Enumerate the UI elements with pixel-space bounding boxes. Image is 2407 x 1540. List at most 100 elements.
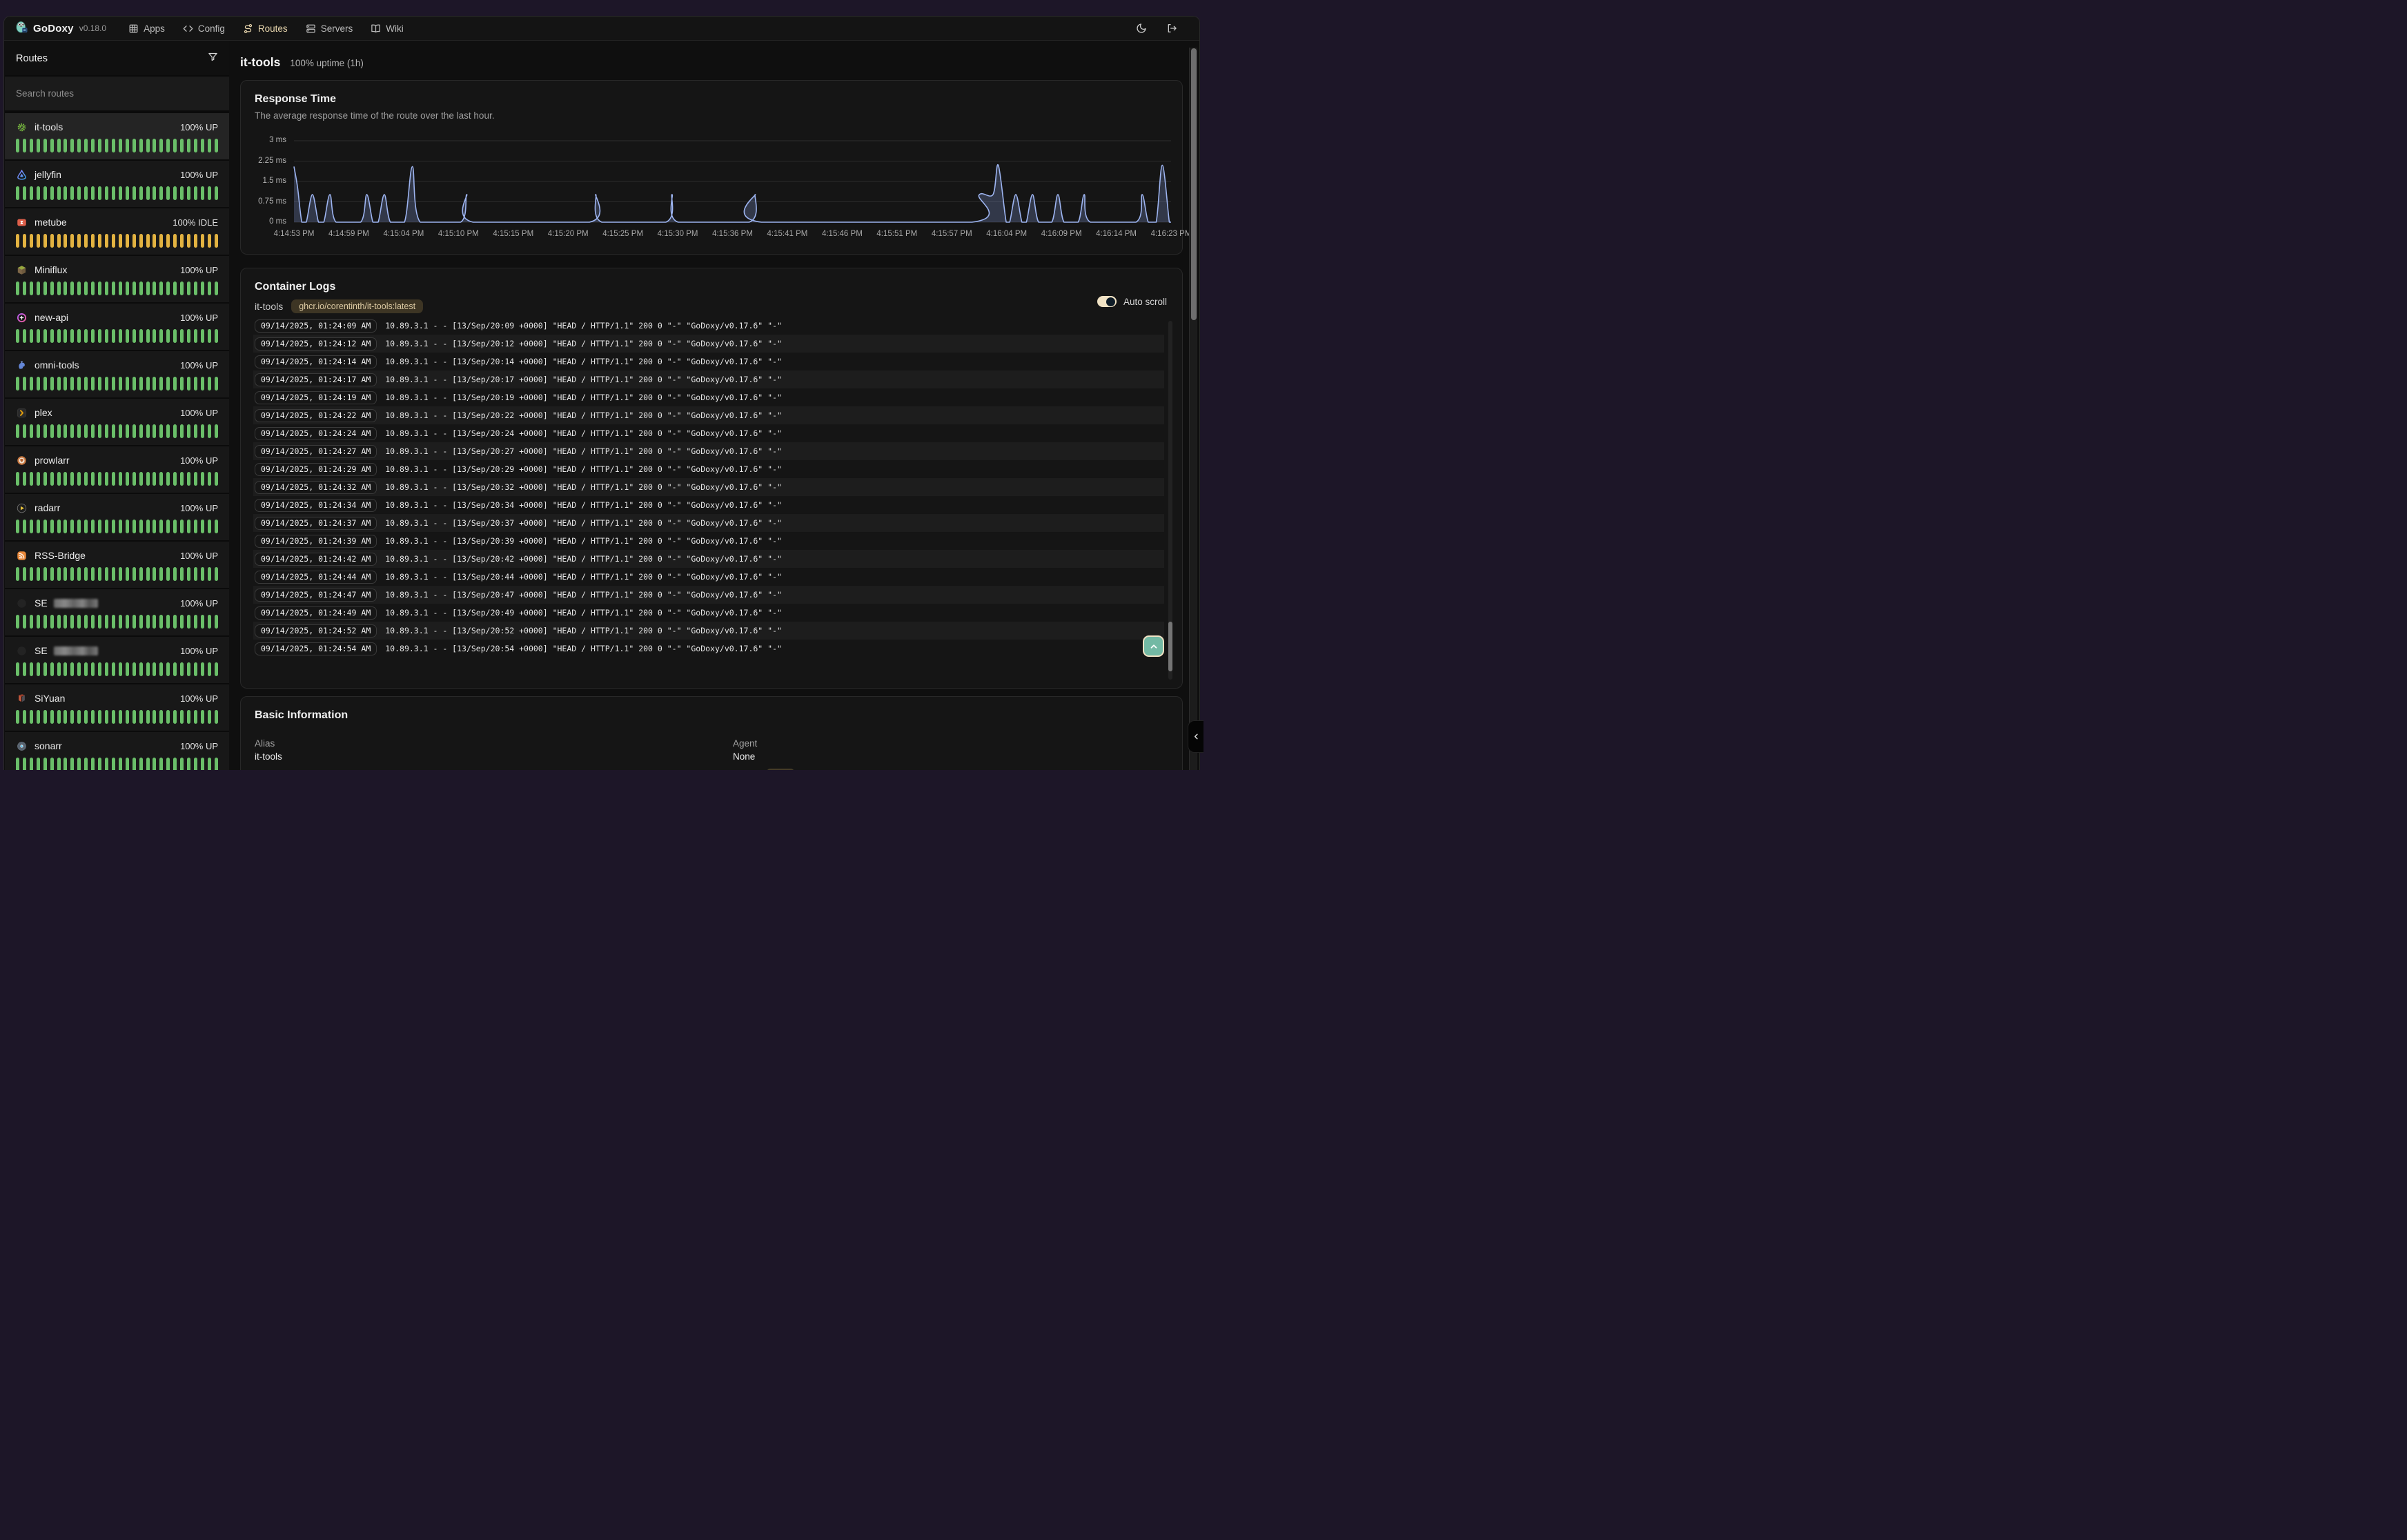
uptime-bars	[16, 377, 218, 391]
log-timestamp-badge: 09/14/2025, 01:24:39 AM	[255, 535, 377, 548]
app-frame: GoDoxy v0.18.0 Apps Config Routes Servers Wi…	[3, 16, 1200, 770]
x-axis-tick: 4:15:41 PM	[767, 230, 808, 238]
log-message: 10.89.3.1 - - [13/Sep/20:34 +0000] "HEAD…	[385, 500, 782, 510]
autoscroll-toggle[interactable]	[1097, 296, 1117, 307]
uptime-bars	[16, 662, 218, 676]
route-name: jellyfin	[35, 169, 61, 180]
route-name: it-tools	[35, 121, 63, 132]
sidebar-header: Routes	[5, 41, 229, 75]
route-item-siyuan[interactable]: SiYuan100% UP	[5, 684, 229, 731]
page-title: it-tools	[240, 55, 280, 70]
page-scrollbar-thumb[interactable]	[1191, 48, 1197, 320]
route-name: omni-tools	[35, 359, 79, 371]
route-name: SiYuan	[35, 693, 65, 704]
route-item-omni-tools[interactable]: omni-tools100% UP	[5, 351, 229, 397]
route-status: 100% UP	[180, 122, 218, 132]
route-item-prowlarr[interactable]: prowlarr100% UP	[5, 446, 229, 493]
basic-information-card: Basic Information Alias it-tools Agent N…	[240, 696, 1183, 770]
route-item-se[interactable]: SE100% UP	[5, 589, 229, 635]
field-agent: Agent None	[733, 738, 1168, 762]
nav-items: Apps Config Routes Servers Wiki	[128, 23, 404, 34]
uptime-bars	[16, 567, 218, 581]
log-message: 10.89.3.1 - - [13/Sep/20:42 +0000] "HEAD…	[385, 554, 782, 564]
scroll-to-top-button[interactable]	[1143, 635, 1164, 657]
route-status: 100% UP	[180, 313, 218, 323]
logs-subrow: it-tools ghcr.io/corentinth/it-tools:lat…	[255, 299, 1168, 313]
log-row: 09/14/2025, 01:24:37 AM10.89.3.1 - - [13…	[253, 514, 1164, 532]
code-icon	[183, 23, 193, 34]
log-row: 09/14/2025, 01:24:32 AM10.89.3.1 - - [13…	[253, 478, 1164, 496]
nav-item-routes[interactable]: Routes	[243, 23, 288, 34]
log-row: 09/14/2025, 01:24:27 AM 10.89.3.1 - - [13…	[253, 442, 1164, 460]
route-status: 100% UP	[180, 265, 218, 275]
nav-item-apps[interactable]: Apps	[128, 23, 165, 34]
uptime-bars	[16, 186, 218, 200]
route-status: 100% UP	[180, 551, 218, 561]
log-timestamp-badge: 09/14/2025, 01:24:27 AM	[255, 445, 377, 458]
search-placeholder: Search routes	[16, 88, 74, 99]
nav-item-wiki[interactable]: Wiki	[371, 23, 404, 34]
route-name: plex	[35, 407, 52, 418]
route-item-miniflux[interactable]: Miniflux100% UP	[5, 256, 229, 302]
it-tools-icon	[16, 121, 27, 132]
container-logs-title: Container Logs	[255, 281, 1168, 293]
field-alias: Alias it-tools	[255, 738, 733, 762]
basic-information-title: Basic Information	[255, 709, 1168, 722]
dark-mode-toggle-moon-icon[interactable]	[1136, 23, 1147, 34]
log-timestamp-badge: 09/14/2025, 01:24:22 AM	[255, 409, 377, 422]
route-list: it-tools100% UPjellyfin100% UPmetube100%…	[5, 113, 229, 770]
route-status: 100% UP	[180, 455, 218, 466]
search-input[interactable]: Search routes	[5, 77, 229, 110]
log-message: 10.89.3.1 - - [13/Sep/20:49 +0000] "HEAD…	[385, 608, 782, 618]
logout-icon[interactable]	[1166, 23, 1177, 34]
uptime-text: 100% uptime (1h)	[290, 58, 364, 68]
filter-icon[interactable]	[208, 52, 218, 66]
nav-item-config[interactable]: Config	[183, 23, 225, 34]
route-item-plex[interactable]: plex100% UP	[5, 399, 229, 445]
route-item-new-api[interactable]: new-api100% UP	[5, 304, 229, 350]
route-status: 100% UP	[180, 741, 218, 751]
log-message: 10.89.3.1 - - [13/Sep/20:19 +0000] "HEAD…	[385, 393, 782, 402]
nav-item-label: Apps	[144, 23, 165, 34]
brand[interactable]: GoDoxy v0.18.0	[15, 20, 106, 37]
log-scrollbar-thumb[interactable]	[1168, 622, 1172, 671]
se-blank-icon	[16, 598, 27, 609]
response-time-card: Response Time The average response time …	[240, 80, 1183, 255]
x-axis-tick: 4:15:04 PM	[383, 230, 424, 238]
route-item-radarr[interactable]: radarr100% UP	[5, 494, 229, 540]
uptime-bars	[16, 329, 218, 343]
censored-name-blur	[54, 646, 98, 655]
main-content: it-tools 100% uptime (1h) Response Time …	[240, 41, 1183, 770]
page-header: it-tools 100% uptime (1h)	[240, 55, 364, 70]
route-item-se[interactable]: SE100% UP	[5, 637, 229, 683]
drawer-toggle-chevron-left-icon[interactable]	[1188, 720, 1204, 753]
log-message: 10.89.3.1 - - [13/Sep/20:39 +0000] "HEAD…	[385, 536, 782, 546]
apps-grid-icon	[128, 23, 139, 34]
route-name: SE	[35, 598, 48, 609]
uptime-bars	[16, 520, 218, 533]
route-item-rss-bridge[interactable]: RSS-Bridge100% UP	[5, 542, 229, 588]
nav-item-label: Routes	[258, 23, 288, 34]
route-item-metube[interactable]: metube100% IDLE	[5, 208, 229, 255]
log-scrollbar[interactable]	[1168, 321, 1172, 680]
radarr-icon	[16, 502, 27, 513]
route-item-sonarr[interactable]: sonarr100% UP	[5, 732, 229, 770]
nav-item-servers[interactable]: Servers	[306, 23, 353, 34]
omni-tools-icon	[16, 359, 27, 371]
log-timestamp-badge: 09/14/2025, 01:24:54 AM	[255, 642, 377, 655]
navbar: GoDoxy v0.18.0 Apps Config Routes Servers Wi…	[4, 17, 1199, 41]
page-scrollbar[interactable]	[1189, 48, 1197, 770]
log-row: 09/14/2025, 01:24:54 AM10.89.3.1 - - [13…	[253, 640, 1164, 658]
log-row: 09/14/2025, 01:24:34 AM10.89.3.1 - - [13…	[253, 496, 1164, 514]
nav-item-label: Wiki	[386, 23, 404, 34]
log-message: 10.89.3.1 - - [13/Sep/20:37 +0000] "HEAD…	[385, 518, 782, 528]
jellyfin-icon	[16, 169, 27, 180]
route-item-it-tools[interactable]: it-tools 100% UP	[5, 113, 229, 159]
uptime-bars	[16, 472, 218, 486]
container-logs-card: Container Logs it-tools ghcr.io/corentin…	[240, 268, 1183, 689]
toggle-knob	[1106, 297, 1115, 306]
log-row: 09/14/2025, 01:24:49 AM10.89.3.1 - - [13…	[253, 604, 1164, 622]
autoscroll-label: Auto scroll	[1123, 297, 1167, 307]
route-item-jellyfin[interactable]: jellyfin100% UP	[5, 161, 229, 207]
log-message: 10.89.3.1 - - [13/Sep/20:27 +0000] "HEAD…	[385, 446, 782, 456]
